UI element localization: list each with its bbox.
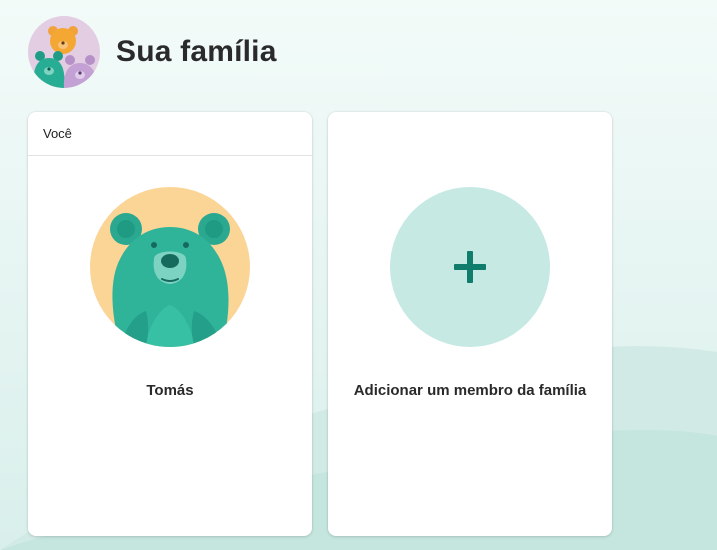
page-header: Sua família (28, 16, 277, 88)
member-name[interactable]: Tomás (28, 382, 312, 399)
member-card-you[interactable]: Você Tomás (28, 112, 312, 536)
add-member-card[interactable]: Adicionar um membro da família (328, 112, 612, 536)
family-bears-icon (28, 16, 100, 88)
plus-icon (454, 251, 486, 283)
bear-avatar-icon[interactable] (90, 187, 250, 347)
page-title: Sua família (116, 35, 277, 68)
add-member-label[interactable]: Adicionar um membro da família (328, 382, 612, 399)
card-header-you: Você (28, 112, 312, 156)
add-member-button[interactable] (390, 187, 550, 347)
